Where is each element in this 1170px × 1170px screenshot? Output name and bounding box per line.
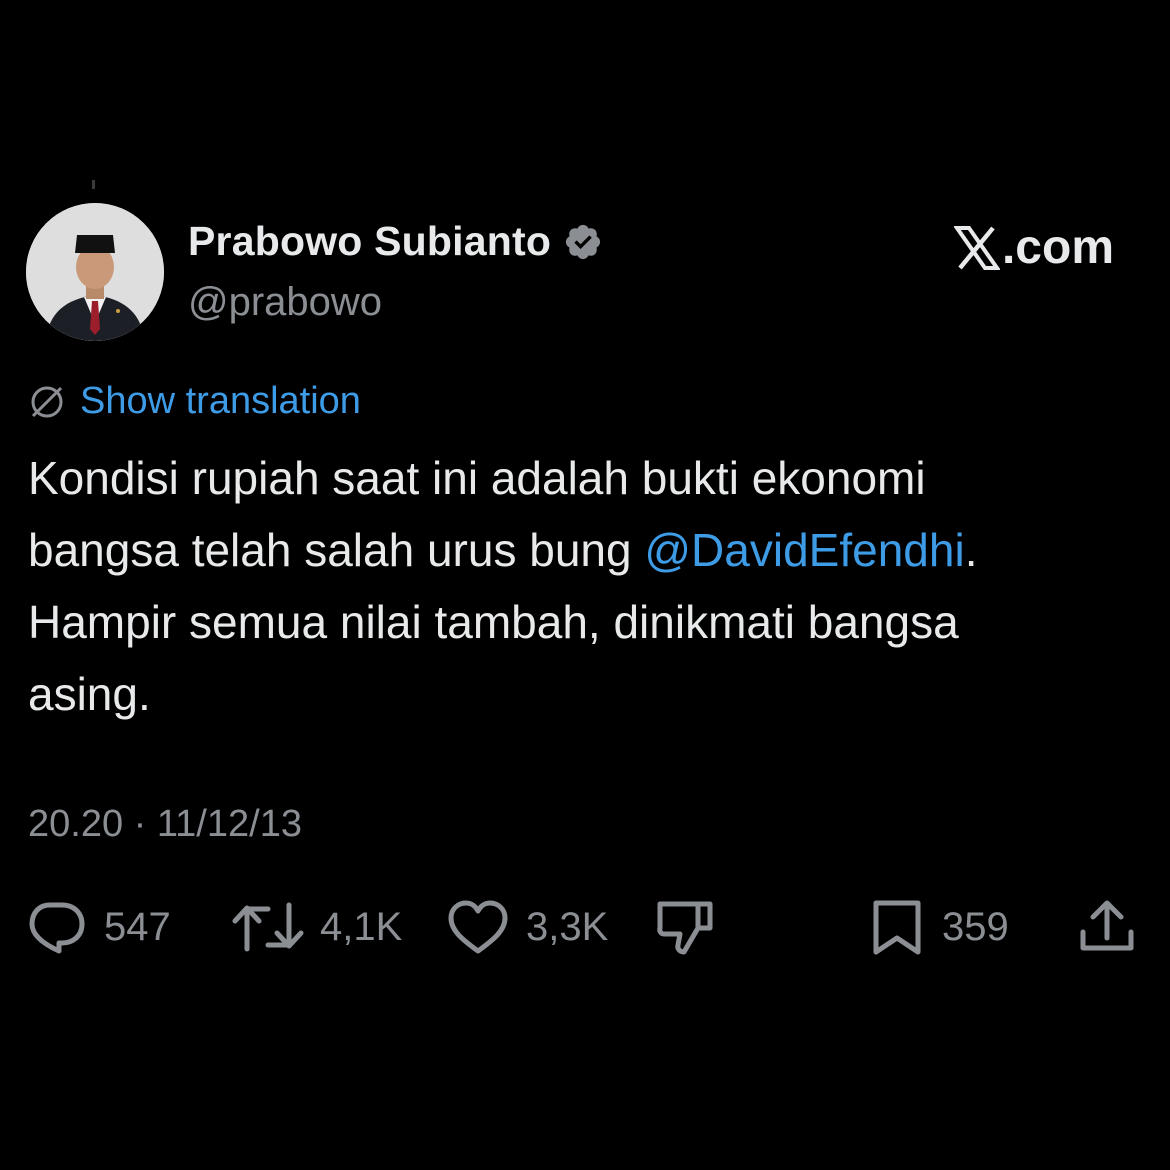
brand-domain-text: .com (1001, 221, 1114, 274)
tweet-text: Kondisi rupiah saat ini adalah bukti eko… (28, 442, 1138, 730)
action-bar: 547 4,1K 3,3K 359 (26, 897, 1140, 957)
author-display-name[interactable]: Prabowo Subianto (188, 218, 551, 265)
reply-icon (29, 902, 85, 954)
x-logo-icon (953, 225, 1001, 270)
globe-icon (28, 383, 66, 421)
profile-photo (26, 203, 164, 341)
tweet-line: Kondisi rupiah saat ini adalah bukti eko… (28, 452, 926, 504)
repost-icon (232, 902, 304, 952)
repost-button[interactable]: 4,1K (232, 897, 402, 957)
author-handle[interactable]: @prabowo (188, 280, 382, 325)
bookmark-count: 359 (942, 904, 1009, 949)
repost-count: 4,1K (320, 904, 403, 949)
tweet-timestamp[interactable]: 20.20 · 11/12/13 (28, 803, 302, 846)
dislike-button[interactable] (654, 897, 716, 957)
heart-icon (448, 900, 508, 954)
tweet-text-segment: . (964, 524, 978, 576)
decorative-mark (92, 180, 95, 189)
author-name-row: Prabowo Subianto (188, 218, 603, 265)
reply-count: 547 (104, 904, 171, 949)
show-translation-link[interactable]: Show translation (80, 380, 361, 423)
like-count: 3,3K (526, 904, 609, 949)
tweet-line: asing. (28, 668, 151, 720)
bookmark-icon (873, 900, 921, 955)
avatar[interactable] (26, 203, 164, 341)
share-button[interactable] (1078, 897, 1136, 957)
like-button[interactable]: 3,3K (446, 897, 608, 957)
share-icon (1080, 900, 1134, 951)
tweet-line: bangsa telah salah urus bung @DavidEfend… (28, 514, 1138, 586)
thumbs-down-icon (657, 901, 713, 955)
tweet-line: Hampir semua nilai tambah, dinikmati ban… (28, 596, 959, 648)
mention-link[interactable]: @DavidEfendhi (644, 524, 964, 576)
show-translation-row[interactable]: Show translation (28, 380, 361, 423)
x-brand: .com (953, 220, 1114, 275)
verified-badge-icon (563, 222, 603, 262)
reply-button[interactable]: 547 (26, 897, 171, 957)
tweet-text-segment: bangsa telah salah urus bung (28, 524, 645, 576)
bookmark-button[interactable]: 359 (868, 897, 1009, 957)
